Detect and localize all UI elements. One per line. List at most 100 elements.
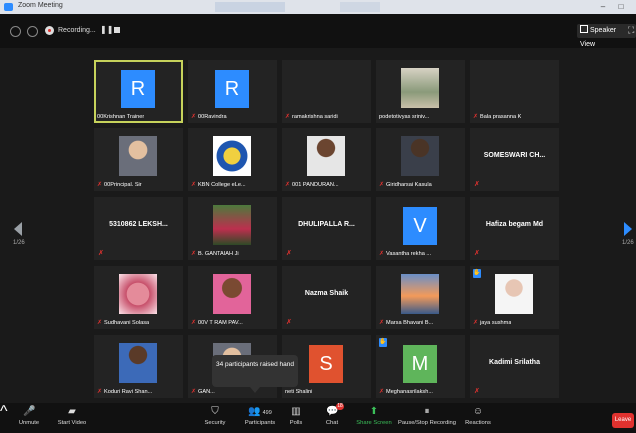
participant-photo bbox=[213, 136, 251, 176]
avatar: M bbox=[403, 345, 437, 383]
share-screen-button[interactable]: ⬆ Share Screen bbox=[355, 407, 393, 427]
microphone-muted-icon: 🎤 bbox=[23, 406, 36, 417]
participant-display-name: 5310862 LEKSH... bbox=[109, 221, 168, 228]
pause-stop-label: Pause/Stop Recording bbox=[398, 420, 457, 426]
participant-tile[interactable]: ✗ 001 PANDURAN... bbox=[282, 128, 371, 191]
participant-name: ✗ Bala prasanna K bbox=[473, 113, 521, 120]
chat-button[interactable]: 💬 18 Chat bbox=[320, 403, 344, 426]
title-bar-blur-2 bbox=[340, 2, 380, 12]
participant-tile[interactable]: ✗ 00Principal. Sir bbox=[94, 128, 183, 191]
fullscreen-icon[interactable]: ⛶ bbox=[628, 25, 634, 36]
microphone-muted-icon: ✗ bbox=[473, 320, 479, 326]
participant-tile[interactable]: ✗ Koduri Ravi Shan... bbox=[94, 335, 183, 398]
participant-name: ✗ ramakrishna saridi bbox=[285, 113, 338, 120]
microphone-muted-icon: ✗ bbox=[379, 320, 385, 326]
participant-tile[interactable]: ✗ B. GANTAIAH Ji bbox=[188, 197, 277, 260]
zoom-logo-icon bbox=[4, 3, 13, 11]
participant-tile[interactable]: R 00Krishnan Trainer bbox=[94, 60, 183, 123]
participant-gallery: R 00Krishnan Trainer R ✗ 00Ravindra ✗ ramakris… bbox=[94, 60, 560, 398]
page-indicator-right: 1/26 bbox=[622, 240, 634, 246]
participant-name: ✗ 001 PANDURAN... bbox=[285, 181, 339, 188]
microphone-muted-icon: ✗ bbox=[474, 388, 480, 395]
reactions-button[interactable]: ☺ Reactions bbox=[462, 406, 494, 427]
participant-photo bbox=[495, 274, 533, 314]
participant-tile[interactable]: ✗ Bala prasanna K bbox=[470, 60, 559, 123]
raised-hand-icon: ✋ bbox=[473, 269, 481, 278]
microphone-muted-icon: ✗ bbox=[379, 251, 385, 257]
participant-tile[interactable]: Hafiza begam Md ✗ bbox=[470, 197, 559, 260]
participant-tile[interactable]: ✗ 00V T RAM PAV... bbox=[188, 266, 277, 329]
participant-photo bbox=[119, 136, 157, 176]
participant-name: ✗ B. GANTAIAH Ji bbox=[191, 250, 239, 257]
chat-icon: 💬 18 bbox=[326, 403, 344, 417]
shield-icon[interactable] bbox=[27, 26, 38, 37]
participant-name-text: 00Principal. Sir bbox=[104, 182, 142, 188]
previous-page-icon[interactable] bbox=[14, 222, 22, 236]
participant-tile[interactable]: Nazma Shaik ✗ bbox=[282, 266, 371, 329]
microphone-muted-icon: ✗ bbox=[191, 182, 197, 188]
participant-name-text: Koduri Ravi Shan... bbox=[104, 389, 153, 395]
participant-tile[interactable]: 5310862 LEKSH... ✗ bbox=[94, 197, 183, 260]
title-bar: Zoom Meeting – □ bbox=[0, 0, 636, 14]
info-icon[interactable] bbox=[10, 26, 21, 37]
microphone-muted-icon: ✗ bbox=[286, 319, 292, 326]
participant-name-text: KBN College eLe... bbox=[198, 182, 246, 188]
participant-display-name: Kadimi Srilatha bbox=[489, 359, 540, 366]
participant-tile[interactable]: ✗ Marsa Bhavani B... bbox=[376, 266, 465, 329]
next-page-icon[interactable] bbox=[624, 222, 632, 236]
participant-name: ✗ 00V T RAM PAV... bbox=[191, 319, 243, 326]
participant-name-text: 001 PANDURAN... bbox=[292, 182, 339, 188]
security-button[interactable]: ⛉ Security bbox=[198, 407, 232, 427]
microphone-muted-icon: ✗ bbox=[379, 389, 385, 395]
avatar: V bbox=[403, 207, 437, 245]
participant-tile[interactable]: ✗ ramakrishna saridi bbox=[282, 60, 371, 123]
reactions-icon: ☺ bbox=[472, 406, 484, 417]
microphone-muted-icon: ✗ bbox=[473, 114, 479, 120]
security-label: Security bbox=[204, 420, 226, 426]
participant-tile[interactable]: ✗ KBN College eLe... bbox=[188, 128, 277, 191]
participant-display-name: SOMESWARI CH... bbox=[483, 152, 546, 159]
pause-recording-icon[interactable]: ❚❚ bbox=[100, 25, 113, 34]
meeting-toolbar: 🎤 Unmute ^ ▰ Start Video ⛉ Security 👥 499… bbox=[0, 403, 636, 433]
participant-tile[interactable]: podetotivyas sriniv... bbox=[376, 60, 465, 123]
microphone-muted-icon: ✗ bbox=[474, 250, 480, 257]
leave-button[interactable]: Leave bbox=[612, 413, 634, 428]
participant-tile[interactable]: M ✗ Meghanasrilaksh... ✋ bbox=[376, 335, 465, 398]
unmute-button[interactable]: 🎤 Unmute bbox=[14, 406, 44, 427]
audio-options-caret-icon[interactable]: ^ bbox=[0, 403, 8, 420]
chat-badge: 18 bbox=[336, 403, 344, 410]
participant-name: ✗ Marsa Bhavani B... bbox=[379, 319, 433, 326]
participant-display-name: DHULIPALLA R... bbox=[298, 221, 355, 228]
participants-count: 499 bbox=[262, 410, 272, 416]
minimize-icon[interactable]: – bbox=[596, 1, 610, 12]
avatar: R bbox=[121, 70, 155, 108]
reactions-label: Reactions bbox=[465, 420, 491, 426]
microphone-muted-icon: ✗ bbox=[286, 250, 292, 257]
participants-button[interactable]: 👥 499 Participants bbox=[238, 407, 282, 427]
participant-tile[interactable]: ✗ Giridharsai Kasula bbox=[376, 128, 465, 191]
participant-photo bbox=[213, 274, 251, 314]
participant-photo bbox=[401, 274, 439, 314]
start-video-button[interactable]: ▰ Start Video bbox=[54, 407, 90, 427]
participant-name-text: Bala prasanna K bbox=[480, 114, 522, 120]
stop-recording-icon[interactable] bbox=[114, 27, 120, 33]
microphone-muted-icon: ✗ bbox=[191, 320, 197, 326]
polls-button[interactable]: ▥ Polls bbox=[284, 407, 308, 427]
participant-tile[interactable]: R ✗ 00Ravindra bbox=[188, 60, 277, 123]
participant-photo bbox=[401, 136, 439, 176]
pause-stop-recording-button[interactable]: ⏸ Pause/Stop Recording bbox=[398, 407, 457, 427]
participant-name: neti Shalini bbox=[285, 389, 312, 395]
maximize-icon[interactable]: □ bbox=[614, 1, 628, 12]
participant-name: ✗ Vasantha rekha ... bbox=[379, 250, 431, 257]
participant-tile[interactable]: ✗ Sudhavani Solasa bbox=[94, 266, 183, 329]
participant-tile[interactable]: Kadimi Srilatha ✗ bbox=[470, 335, 559, 398]
avatar: R bbox=[215, 70, 249, 108]
participant-name: ✗ Meghanasrilaksh... bbox=[379, 388, 433, 395]
participant-tile[interactable]: SOMESWARI CH... ✗ bbox=[470, 128, 559, 191]
participant-tile[interactable]: V ✗ Vasantha rekha ... bbox=[376, 197, 465, 260]
participant-name: ✗ Koduri Ravi Shan... bbox=[97, 388, 152, 395]
participant-tile[interactable]: DHULIPALLA R... ✗ bbox=[282, 197, 371, 260]
microphone-muted-icon: ✗ bbox=[191, 114, 197, 120]
microphone-muted-icon: ✗ bbox=[97, 182, 103, 188]
participant-tile[interactable]: ✗ jaya sushma ✋ bbox=[470, 266, 559, 329]
